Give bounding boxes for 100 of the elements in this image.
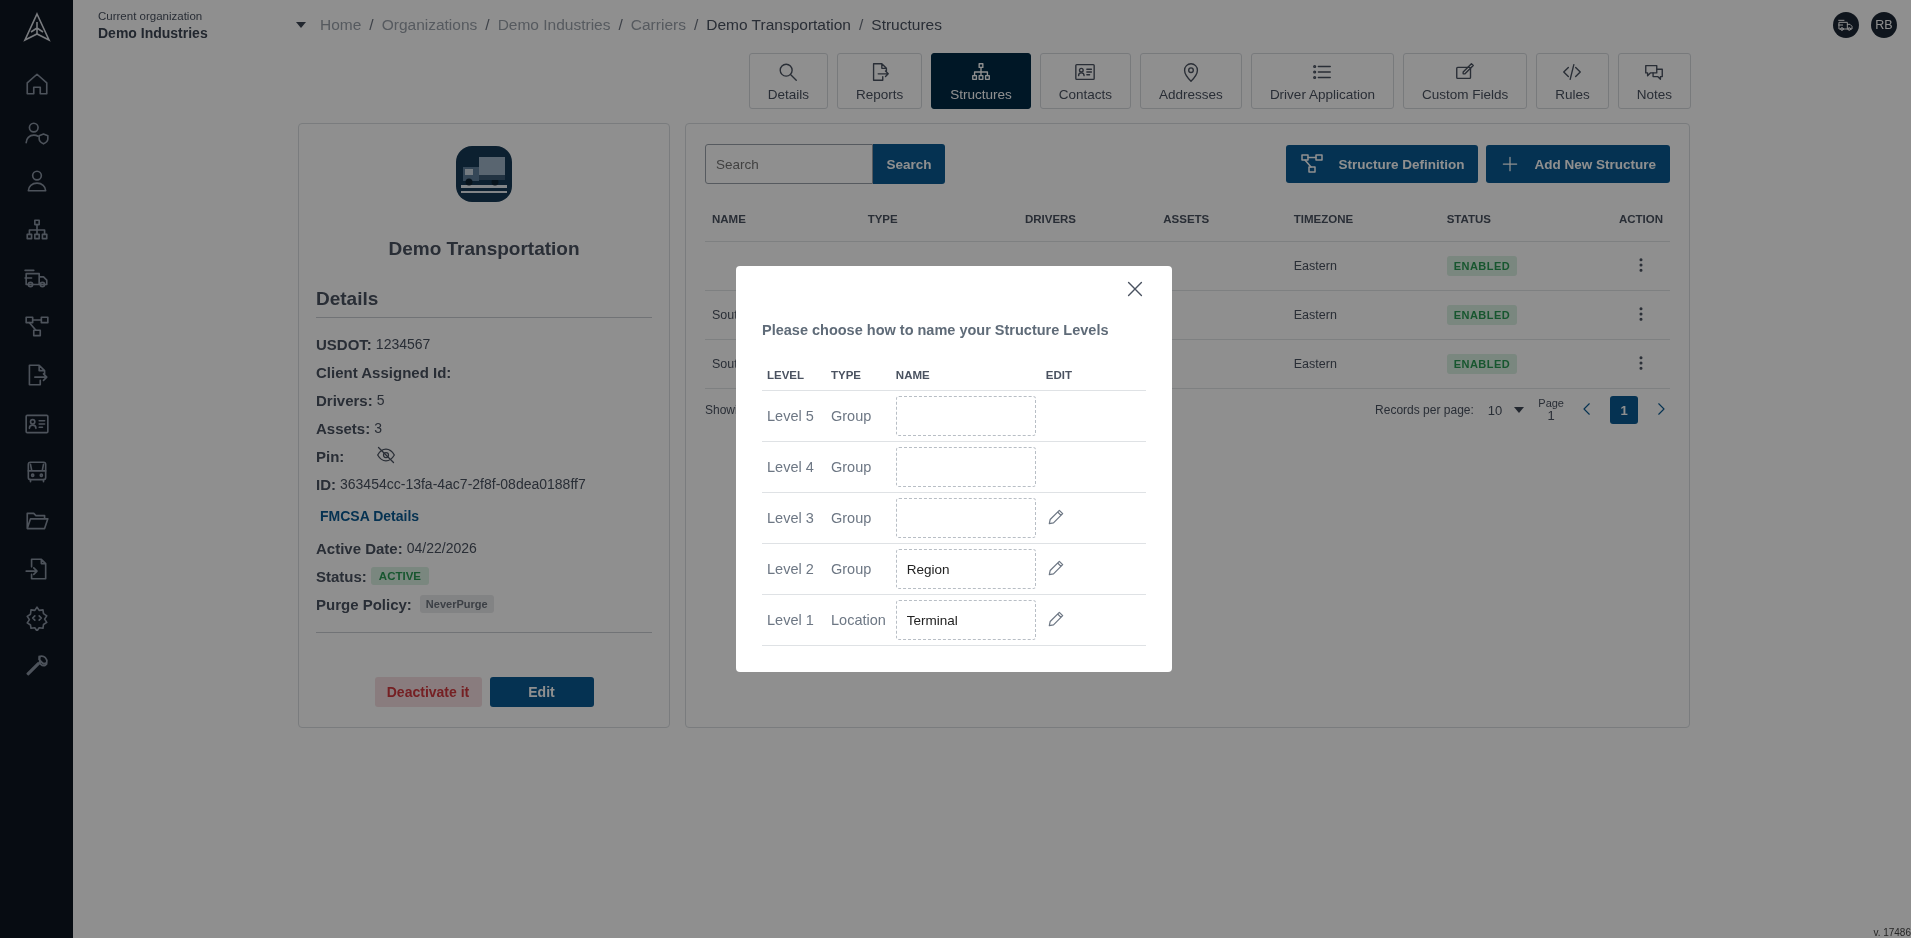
field-label: ID: — [316, 475, 336, 493]
column-header: TIMEZONE — [1286, 196, 1440, 242]
column-header: LEVEL — [762, 360, 826, 391]
section-title: Details — [316, 288, 652, 318]
status-badge: ENABLED — [1446, 256, 1518, 276]
breadcrumb-separator: / — [618, 16, 623, 34]
field-label: Status: — [316, 567, 367, 585]
page-button[interactable]: 1 — [1610, 396, 1638, 424]
tab[interactable]: Notes — [1617, 53, 1691, 109]
tab[interactable]: Structures — [931, 53, 1031, 109]
policy-tag: NeverPurge — [419, 595, 494, 613]
breadcrumb-link[interactable]: Organizations — [381, 16, 478, 34]
field-value: 5 — [376, 392, 385, 408]
level-cell: Level 3 — [767, 510, 814, 526]
tab[interactable]: Custom Fields — [1402, 53, 1528, 109]
breadcrumb-separator: / — [369, 16, 374, 34]
level-cell: Level 2 — [767, 561, 814, 577]
column-header: DRIVERS — [1017, 196, 1157, 242]
user-avatar[interactable]: RB — [1871, 12, 1897, 38]
column-header: NAME — [705, 196, 861, 242]
search-field[interactable]: Search — [705, 144, 873, 184]
field-value: 04/22/2026 — [406, 540, 477, 556]
column-header: EDIT — [1040, 360, 1146, 391]
table-cell: Eastern — [1293, 357, 1337, 371]
tab[interactable]: Reports — [837, 53, 923, 109]
field-label: Active Date: — [316, 539, 403, 557]
status-badge: ENABLED — [1446, 354, 1518, 374]
deactivate-button[interactable]: Deactivate it — [374, 677, 482, 707]
modal-title: Please choose how to name your Structure Levels — [762, 322, 1110, 338]
carrier-name: Demo Transportation — [387, 238, 581, 260]
breadcrumb-separator: / — [693, 16, 699, 34]
column-header: ACTION — [1611, 196, 1670, 242]
table-cell: Sout — [712, 357, 738, 371]
structure-definition-button[interactable]: Structure Definition — [1286, 145, 1479, 183]
column-header: NAME — [890, 360, 1041, 391]
breadcrumb-separator: / — [485, 16, 490, 34]
add-structure-button[interactable]: Add New Structure — [1486, 145, 1670, 183]
breadcrumb-link[interactable]: Home — [320, 16, 362, 34]
user-shield-icon[interactable] — [23, 119, 50, 146]
hierarchy-icon — [970, 60, 993, 83]
field-label: Pin: — [316, 447, 345, 465]
truck-icon — [1838, 17, 1854, 33]
field-value: 3 — [374, 420, 382, 436]
caret-icon[interactable] — [296, 22, 306, 28]
breadcrumb-link[interactable]: Structures — [871, 16, 942, 34]
table-cell: Eastern — [1293, 259, 1337, 273]
home-icon[interactable] — [23, 71, 50, 97]
field-label: Client Assigned Id: — [316, 363, 452, 381]
field-label: Assets: — [316, 419, 371, 437]
status-badge: ENABLED — [1446, 305, 1518, 325]
breadcrumb-link[interactable]: Carriers — [630, 16, 686, 34]
column-header: ASSETS — [1156, 196, 1287, 242]
search-button[interactable]: Search — [873, 144, 945, 184]
tab[interactable]: Contacts — [1039, 53, 1132, 109]
truck-avatar[interactable] — [1833, 12, 1859, 38]
status-badge: ACTIVE — [370, 567, 429, 585]
field-label: Purge Policy: — [316, 595, 412, 613]
gear-code-icon[interactable] — [23, 604, 50, 631]
type-cell: Location — [831, 612, 886, 628]
name-field[interactable] — [895, 396, 1036, 436]
type-cell: Group — [831, 510, 872, 526]
eye-off-icon[interactable] — [376, 444, 397, 465]
level-cell: Level 4 — [767, 459, 814, 475]
tab[interactable]: Details — [748, 53, 828, 109]
name-field[interactable] — [895, 447, 1036, 487]
field-value: 363454cc-13fa-4ac7-2f8f-08dea0188ff7 — [340, 476, 586, 492]
breadcrumb-link[interactable]: Demo Industries — [497, 16, 611, 34]
edit-button[interactable]: Edit — [489, 677, 594, 707]
level-cell: Level 1 — [767, 612, 814, 628]
column-header: TYPE — [826, 360, 891, 391]
table-cell: Eastern — [1293, 308, 1337, 322]
field-label: USDOT: — [316, 335, 372, 353]
breadcrumb-separator: / — [859, 16, 864, 34]
tab[interactable]: Addresses — [1140, 53, 1242, 109]
tab[interactable]: Driver Application — [1250, 53, 1394, 109]
name-field[interactable] — [895, 498, 1036, 538]
per-page-select[interactable]: 10 — [1487, 402, 1525, 418]
fmcsa-link[interactable]: FMCSA Details — [320, 508, 420, 524]
column-header: STATUS — [1439, 196, 1612, 242]
field-label: Drivers: — [316, 391, 373, 409]
nodes-icon — [1300, 152, 1325, 176]
column-header: TYPE — [860, 196, 1018, 242]
tab[interactable]: Rules — [1536, 53, 1609, 109]
page-indicator: Page 1 — [1538, 396, 1564, 424]
name-field[interactable]: Terminal — [895, 600, 1036, 640]
field-value: 1234567 — [375, 336, 431, 352]
type-cell: Group — [831, 561, 872, 577]
caret-icon[interactable] — [1514, 407, 1525, 413]
version-label: v. 17486 — [1873, 927, 1911, 938]
truck-logo — [455, 145, 513, 203]
breadcrumb-link[interactable]: Demo Transportation — [706, 16, 851, 34]
level-cell: Level 5 — [767, 408, 814, 424]
org-label: Current organization — [98, 9, 204, 22]
records-label: Records per page: — [1375, 403, 1474, 417]
type-cell: Group — [831, 459, 872, 475]
name-field[interactable]: Region — [895, 549, 1036, 589]
type-cell: Group — [831, 408, 872, 424]
logo-icon[interactable] — [22, 12, 51, 42]
org-name[interactable]: Demo Industries — [98, 24, 296, 41]
table-cell: Sout — [712, 308, 738, 322]
